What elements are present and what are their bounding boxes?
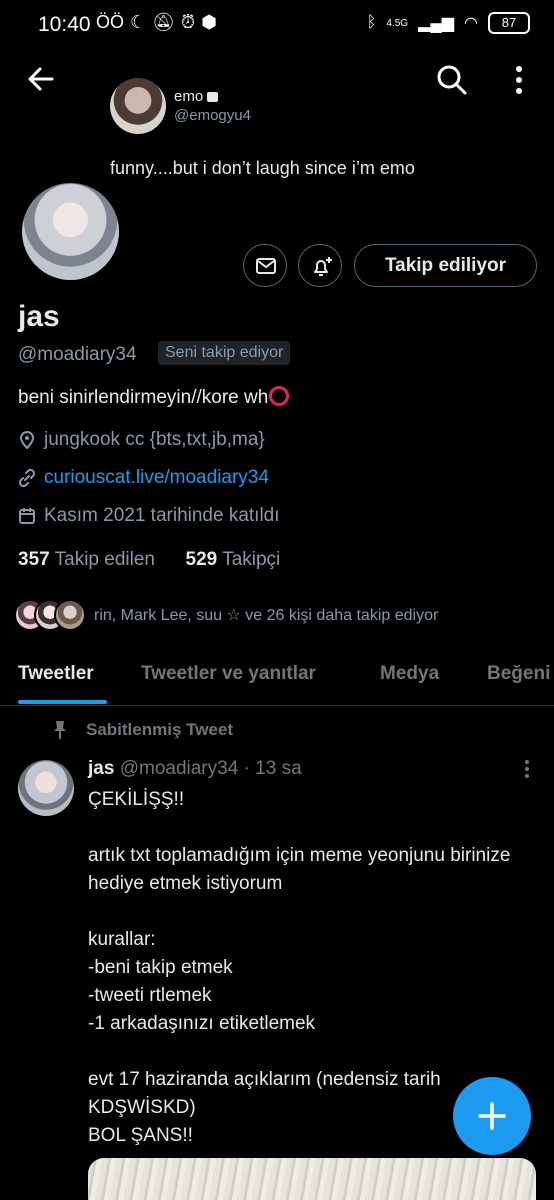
alarm-icon: ⏰︎ [181,12,196,32]
profile-handle: @moadiary34 [18,344,137,365]
pinned-tweet-label: Sabitlenmiş Tweet [52,720,233,740]
tab-tweets[interactable]: Tweetler [18,663,94,685]
pinned-label-text: Sabitlenmiş Tweet [86,720,234,739]
tab-media[interactable]: Medya [380,663,439,685]
following-link[interactable]: 357 Takip edilen [18,549,155,570]
followed-by-row[interactable]: rin, Mark Lee, suu ☆ ve 26 kişi daha tak… [14,598,438,632]
tweet-line: artık txt toplamadığım için meme yeonjun… [88,845,511,894]
following-label: Takip edilen [54,549,155,570]
tab-likes[interactable]: Beğeni [487,663,550,685]
profile-bio: beni sinirlendirmeyin//kore wh [18,386,290,409]
network-type: 4.5G [386,17,409,29]
tab-tweets-and-replies[interactable]: Tweetler ve yanıtlar [141,663,316,685]
mini-profile-handle: @emogyu4 [174,107,251,124]
profile-location: jungkook cc {bts,txt,jb,ma} [18,429,265,451]
profile-avatar[interactable] [22,183,119,280]
link-icon [18,469,36,487]
tweet-author-avatar[interactable] [18,760,74,816]
location-text: jungkook cc {bts,txt,jb,ma} [44,429,265,450]
mail-icon [256,258,276,274]
tweet-line [88,814,528,842]
profile-link-url[interactable]: curiouscat.live/moadiary34 [44,467,269,489]
joined-text: Kasım 2021 tarihinde katıldı [44,505,280,526]
tweet-media-image[interactable] [88,1158,536,1200]
mute-bell-icon: 🔕︎ [152,12,176,32]
followers-label: Takipçi [222,549,281,570]
mini-profile-bio: funny....but i don’t laugh since i’m emo [110,158,415,178]
tweet-line [88,1038,528,1066]
notification-button[interactable] [298,244,342,287]
tweet-author-name[interactable]: jas [88,758,114,779]
calendar-icon [19,508,35,524]
tweet-author-meta: @moadiary34 · 13 sa [119,758,302,779]
follower-avatar [54,599,86,631]
tweet-line: -beni takip etmek [88,957,233,978]
signal-icon: ▂▄▆ [418,15,455,32]
followed-by-text: rin, Mark Lee, suu ☆ ve 26 kişi daha tak… [94,607,439,624]
tweet-header: jas @moadiary34 · 13 sa [88,758,302,780]
lock-icon [207,92,219,102]
wifi-icon: ◠ [464,15,478,32]
search-icon[interactable] [436,64,468,96]
status-left-icons: ÖÖ ☾ 🔕︎ ⏰︎ ⬢ [96,12,217,33]
compose-tweet-button[interactable] [453,1077,531,1155]
back-arrow-icon[interactable] [26,64,56,94]
following-count: 357 [18,549,50,570]
tweet-more-icon[interactable] [524,760,530,778]
profile-bio-text: beni sinirlendirmeyin//kore wh [18,387,269,408]
follow-counts: 357 Takip edilen 529 Takipçi [18,549,280,571]
tweet-line: -tweeti rtlemek [88,985,212,1006]
mini-profile-avatar[interactable] [110,78,166,134]
status-right-icons: ᛒ 4.5G ▂▄▆ ◠ 87 [367,12,530,34]
box-icon: ⬢ [201,12,217,32]
more-vertical-icon[interactable] [514,66,524,94]
moon-icon: ☾ [130,12,147,32]
profile-joined: Kasım 2021 tarihinde katıldı [18,505,280,527]
tweet-line [88,898,528,926]
bell-plus-icon [314,257,332,276]
follows-you-badge: Seni takip ediyor [158,341,291,365]
tweet-line: kurallar: [88,929,156,950]
compose-plus-icon [478,1102,506,1130]
active-tab-indicator [18,700,107,704]
bluetooth-icon: ᛒ [366,14,377,31]
pin-icon [54,721,66,739]
red-circle-emoji [269,386,290,406]
mini-profile-name: emo [174,88,219,105]
followers-link[interactable]: 529 Takipçi [186,549,281,570]
profile-tabs: Tweetler Tweetler ve yanıtlar Medya Beğe… [0,650,554,706]
location-pin-icon [19,431,35,450]
status-time: 10:40 [38,13,91,36]
status-bar: 10:40 ÖÖ ☾ 🔕︎ ⏰︎ ⬢ ᛒ 4.5G ▂▄▆ ◠ 87 [0,0,554,50]
following-button[interactable]: Takip ediliyor [354,244,537,287]
profile-link: curiouscat.live/moadiary34 [18,467,269,489]
tweet-line: -1 arkadaşınızı etiketlemek [88,1013,316,1034]
mini-name-text: emo [174,88,204,105]
battery-icon: 87 [488,12,530,34]
message-button[interactable] [243,244,287,287]
profile-name: jas [18,300,60,333]
status-extra-text: ÖÖ [96,12,125,32]
tweet-line: ÇEKİLİŞŞ!! [88,789,185,810]
followers-count: 529 [185,549,218,570]
